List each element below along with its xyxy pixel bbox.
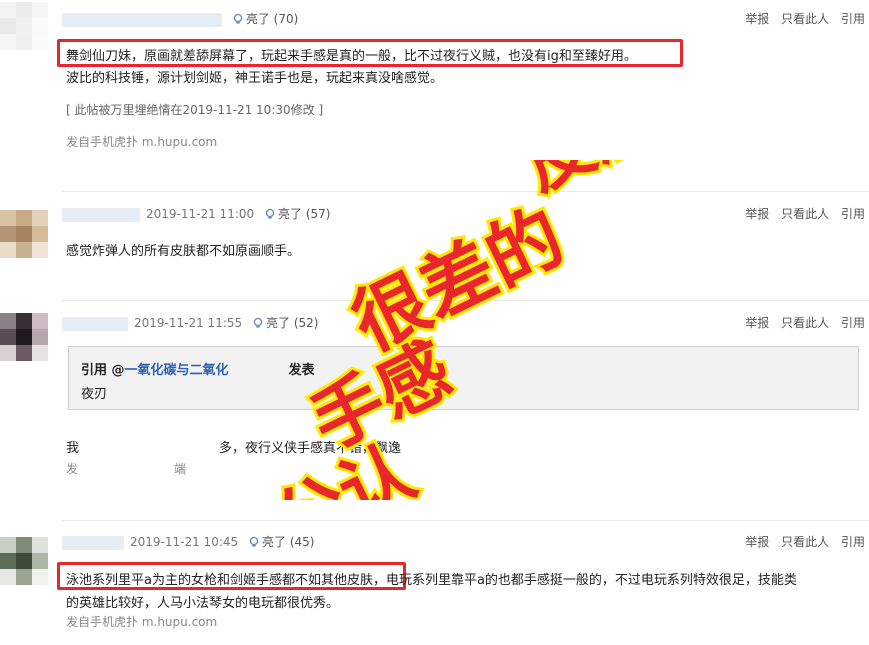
quote-text: 夜刃 [81, 387, 108, 402]
only-this-link[interactable]: 只看此人 [781, 207, 829, 221]
post-text-line: 我多，夜行义侠手感真不错，飘逸 [66, 441, 402, 456]
post-date: 2019-11-21 11:55 [134, 316, 243, 330]
avatar[interactable] [0, 2, 48, 50]
post-4: 2019-11-21 10:45 亮了 (45) 举报 只看此人 引用 泳池系列… [0, 521, 869, 645]
lightbulb-icon [249, 536, 259, 547]
quote-block: 引用 @一氧化碳与二氧化 发表 夜刃 [68, 346, 859, 410]
lightbulb-icon [253, 317, 263, 328]
post-text-line: 感觉炸弹人的所有皮肤都不如原画顺手。 [66, 244, 301, 259]
post-actions: 举报 只看此人 引用 [737, 10, 865, 27]
only-this-link[interactable]: 只看此人 [781, 12, 829, 26]
post-text-line: 舞剑仙刀妹，原画就差舔屏幕了，玩起来手感是真的一般，比不过夜行义贼，也没有ig和… [66, 49, 637, 64]
post-1: 亮了 (70) 举报 只看此人 引用 舞剑仙刀妹，原画就差舔屏幕了，玩起来手感是… [0, 0, 869, 190]
post-actions: 举报 只看此人 引用 [737, 205, 865, 222]
report-link[interactable]: 举报 [745, 535, 769, 549]
avatar[interactable] [0, 313, 48, 361]
source-note: 发端 [66, 462, 187, 476]
post-meta: 2019-11-21 11:00 亮了 (57) [62, 205, 330, 222]
quote-header: 引用 @一氧化碳与二氧化 发表 [81, 363, 315, 378]
only-this-link[interactable]: 只看此人 [781, 316, 829, 330]
lightbulb-icon [233, 13, 243, 24]
lightbulb-icon [265, 208, 275, 219]
light-button[interactable]: 亮了 (45) [248, 535, 314, 549]
username[interactable] [62, 12, 222, 27]
post-meta: 亮了 (70) [62, 10, 298, 27]
report-link[interactable]: 举报 [745, 12, 769, 26]
quote-link[interactable]: 引用 [841, 316, 865, 330]
quoted-user-link[interactable]: 一氧化碳与二氧化 [125, 363, 229, 378]
post-date: 2019-11-21 11:00 [146, 207, 255, 221]
post-actions: 举报 只看此人 引用 [737, 533, 865, 550]
post-date: 2019-11-21 10:45 [130, 535, 239, 549]
quote-link[interactable]: 引用 [841, 535, 865, 549]
light-button[interactable]: 亮了 (70) [232, 12, 298, 26]
light-button[interactable]: 亮了 (57) [264, 207, 330, 221]
post-2: 2019-11-21 11:00 亮了 (57) 举报 只看此人 引用 感觉炸弹… [0, 192, 869, 300]
avatar[interactable] [0, 210, 48, 258]
quote-link[interactable]: 引用 [841, 12, 865, 26]
post-text-line: 波比的科技锤，源计划剑姬，神王诺手也是，玩起来真没啥感觉。 [66, 71, 444, 86]
post-meta: 2019-11-21 10:45 亮了 (45) [62, 533, 314, 550]
post-text-line: 泳池系列里平a为主的女枪和剑姬手感都不如其他皮肤，电玩系列里靠平a的也都手感挺一… [66, 573, 797, 588]
username[interactable] [62, 316, 128, 331]
avatar[interactable] [0, 537, 48, 585]
username[interactable] [62, 207, 140, 222]
light-button[interactable]: 亮了 (52) [252, 316, 318, 330]
quote-link[interactable]: 引用 [841, 207, 865, 221]
post-meta: 2019-11-21 11:55 亮了 (52) [62, 314, 318, 331]
post-3: 2019-11-21 11:55 亮了 (52) 举报 只看此人 引用 引用 @… [0, 301, 869, 501]
post-text-line: 的英雄比较好，人马小法琴女的电玩都很优秀。 [66, 596, 340, 611]
post-actions: 举报 只看此人 引用 [737, 314, 865, 331]
edit-note: [ 此帖被万里埋绝情在2019-11-21 10:30修改 ] [66, 103, 324, 117]
only-this-link[interactable]: 只看此人 [781, 535, 829, 549]
report-link[interactable]: 举报 [745, 207, 769, 221]
source-note: 发自手机虎扑 m.hupu.com [66, 135, 218, 149]
username[interactable] [62, 535, 124, 550]
source-note: 发自手机虎扑 m.hupu.com [66, 615, 218, 629]
report-link[interactable]: 举报 [745, 316, 769, 330]
